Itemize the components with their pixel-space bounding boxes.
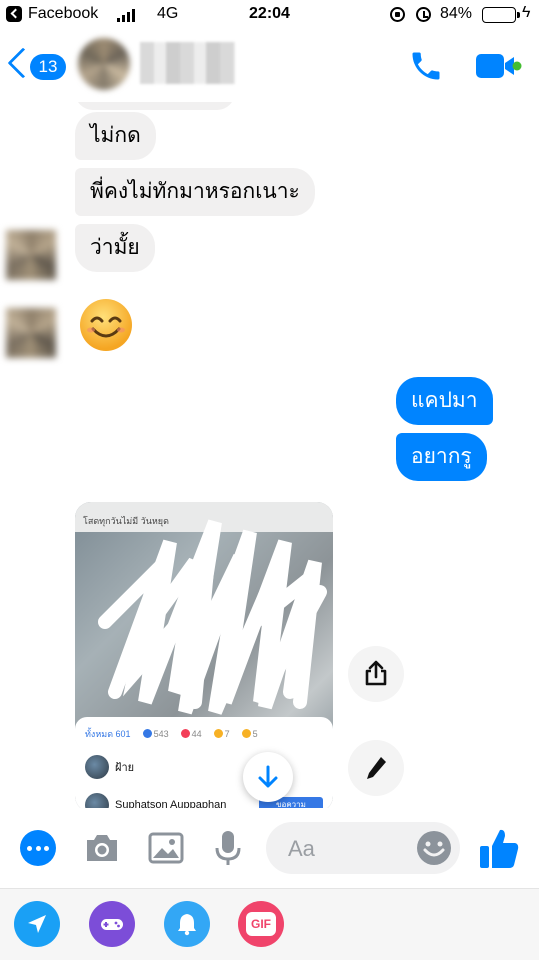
contact-avatar[interactable] <box>78 38 130 90</box>
microphone-icon[interactable] <box>208 828 248 868</box>
reaction-row: Suphatson Auppaphan <box>85 793 226 808</box>
games-button[interactable] <box>89 901 135 947</box>
gallery-icon[interactable] <box>146 828 186 868</box>
location-button[interactable] <box>14 901 60 947</box>
camera-icon[interactable] <box>82 828 122 868</box>
app-drawer: GIF <box>0 888 539 960</box>
smiling-face-emoji[interactable] <box>78 297 134 353</box>
reactor-name: ฝ้าย <box>115 762 135 774</box>
message-bubble-incoming[interactable]: ว่ามั้ย <box>75 224 155 272</box>
message-bubble-outgoing[interactable]: อยากรู <box>396 433 487 481</box>
battery-icon <box>482 7 520 23</box>
location-icon <box>28 915 46 933</box>
scroll-down-icon <box>258 765 278 788</box>
unread-count-badge[interactable]: 13 <box>30 54 66 80</box>
gif-icon: GIF <box>246 912 276 936</box>
message-list[interactable]: ไม่กด พี่คงไม่ทักมาหรอกเนาะ ว่ามั้ย แคปม… <box>0 102 539 808</box>
rotation-lock-icon <box>390 7 405 22</box>
message-bubble-outgoing[interactable]: แคปมา <box>396 377 493 425</box>
reactor-avatar <box>85 755 109 779</box>
composer-bar: Aa <box>0 808 539 888</box>
share-button[interactable] <box>348 646 404 702</box>
video-call-icon[interactable] <box>474 52 522 80</box>
message-bubble-incoming[interactable]: ไม่กด <box>75 112 156 160</box>
more-button[interactable] <box>20 830 56 866</box>
scribble-redaction <box>98 519 327 715</box>
reaction-tabs: ทั้งหมด 601 543 44 7 5 <box>85 727 258 741</box>
reaction-tab-haha: 5 <box>241 729 258 739</box>
charging-icon: ϟ <box>522 4 531 21</box>
status-bar: Facebook 4G 22:04 84% ϟ <box>0 0 539 30</box>
message-bubble-incoming[interactable]: พี่คงไม่ทักมาหรอกเนาะ <box>75 168 315 216</box>
reminder-icon <box>178 914 196 936</box>
scroll-down-button[interactable] <box>243 752 293 802</box>
edit-button[interactable] <box>348 740 404 796</box>
emoji-icon[interactable] <box>416 830 452 866</box>
message-bubble-partial <box>75 102 235 110</box>
reaction-tab-wow: 7 <box>213 729 230 739</box>
reactor-avatar <box>85 793 109 808</box>
sender-avatar[interactable] <box>6 308 56 358</box>
alarm-icon <box>416 7 431 22</box>
conversation-header: 13 <box>0 30 539 102</box>
reaction-row: ฝ้าย <box>85 755 134 779</box>
reactions-panel: ทั้งหมด 601 543 44 7 5 ฝ้าย Suphatson Au… <box>75 717 333 808</box>
reactor-name: Suphatson Auppaphan <box>115 799 227 808</box>
message-input-placeholder: Aa <box>288 836 315 861</box>
reaction-tab-all: ทั้งหมด 601 <box>85 729 131 739</box>
reminder-button[interactable] <box>164 901 210 947</box>
sender-avatar[interactable] <box>6 230 56 280</box>
reaction-tab-love: 44 <box>180 729 202 739</box>
like-icon[interactable] <box>478 826 520 870</box>
contact-name[interactable] <box>140 42 235 84</box>
share-icon <box>365 660 387 686</box>
call-icon[interactable] <box>408 48 444 84</box>
games-icon <box>101 919 123 930</box>
gif-button[interactable]: GIF <box>238 901 284 947</box>
reaction-tab-like: 543 <box>142 729 169 739</box>
battery-percent: 84% <box>440 5 473 22</box>
shared-image-message[interactable]: โสดทุกวันไม่มี วันหยุด ทั้งหมด 601 543 4… <box>75 502 333 808</box>
edit-icon <box>367 757 386 779</box>
